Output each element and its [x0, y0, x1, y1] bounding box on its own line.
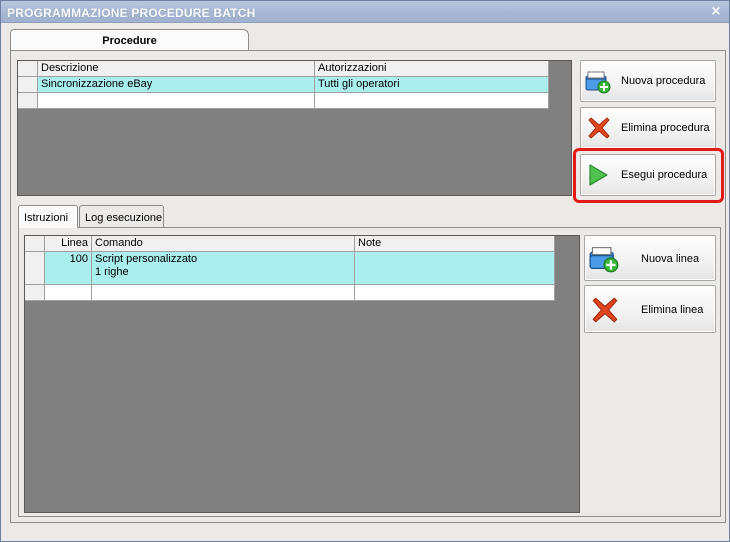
table-row[interactable]: 100 Script personalizzato 1 righe [25, 252, 555, 285]
instructions-header-row: Linea Comando Note [25, 236, 555, 252]
table-row-new[interactable] [25, 285, 555, 301]
delete-line-button[interactable]: Elimina linea [584, 285, 716, 333]
tab-log-esecuzione[interactable]: Log esecuzione [79, 205, 164, 227]
new-line-label: Nuova linea [641, 253, 700, 265]
row-indicator-header [18, 61, 38, 77]
new-procedure-label: Nuova procedura [621, 75, 706, 87]
cell-linea[interactable]: 100 [45, 252, 92, 285]
procedures-header-row: Descrizione Autorizzazioni [18, 61, 549, 77]
cell-descrizione[interactable]: Sincronizzazione eBay [38, 77, 315, 93]
cell-comando-line1: Script personalizzato [95, 253, 198, 265]
cell-linea-empty[interactable] [45, 285, 92, 301]
column-header-autorizzazioni[interactable]: Autorizzazioni [315, 61, 549, 77]
cell-autorizzazioni[interactable]: Tutti gli operatori [315, 77, 549, 93]
instructions-grid[interactable]: Linea Comando Note 100 Script personaliz… [24, 235, 580, 513]
column-header-note[interactable]: Note [355, 236, 555, 252]
cell-note[interactable] [355, 252, 555, 285]
table-row-new[interactable] [18, 93, 549, 109]
add-folder-icon [585, 71, 611, 94]
cell-note-empty[interactable] [355, 285, 555, 301]
new-procedure-button[interactable]: Nuova procedura [580, 60, 716, 102]
cell-autorizzazioni-empty[interactable] [315, 93, 549, 109]
delete-procedure-button[interactable]: Elimina procedura [580, 107, 716, 149]
close-icon[interactable]: × [709, 5, 723, 19]
column-header-comando[interactable]: Comando [92, 236, 355, 252]
cell-descrizione-empty[interactable] [38, 93, 315, 109]
row-indicator[interactable] [18, 93, 38, 109]
row-indicator[interactable] [25, 285, 45, 301]
column-header-linea[interactable]: Linea [45, 236, 92, 252]
row-indicator[interactable] [25, 252, 45, 285]
cell-comando[interactable]: Script personalizzato 1 righe [92, 252, 355, 285]
new-line-button[interactable]: Nuova linea [584, 235, 716, 281]
tab-procedure-label: Procedure [102, 35, 157, 47]
add-folder-icon [589, 247, 619, 273]
tab-log-esecuzione-label: Log esecuzione [85, 212, 163, 224]
run-procedure-highlight [573, 148, 724, 203]
title-bar[interactable]: PROGRAMMAZIONE PROCEDURE BATCH × [1, 1, 729, 23]
cell-comando-empty[interactable] [92, 285, 355, 301]
tab-istruzioni[interactable]: Istruzioni [18, 205, 78, 228]
row-indicator-header [25, 236, 45, 252]
procedures-grid[interactable]: Descrizione Autorizzazioni Sincronizzazi… [17, 60, 572, 196]
row-indicator[interactable] [18, 77, 38, 93]
table-row[interactable]: Sincronizzazione eBay Tutti gli operator… [18, 77, 549, 93]
delete-procedure-label: Elimina procedura [621, 122, 710, 134]
window-title: PROGRAMMAZIONE PROCEDURE BATCH [7, 6, 256, 20]
tab-istruzioni-label: Istruzioni [24, 212, 69, 224]
batch-procedures-window: PROGRAMMAZIONE PROCEDURE BATCH × Procedu… [0, 0, 730, 542]
tab-procedure[interactable]: Procedure [10, 29, 249, 51]
delete-line-label: Elimina linea [641, 304, 704, 316]
delete-x-icon [588, 117, 610, 139]
column-header-descrizione[interactable]: Descrizione [38, 61, 315, 77]
cell-comando-line2: 1 righe [95, 266, 129, 278]
delete-x-icon [592, 297, 618, 323]
